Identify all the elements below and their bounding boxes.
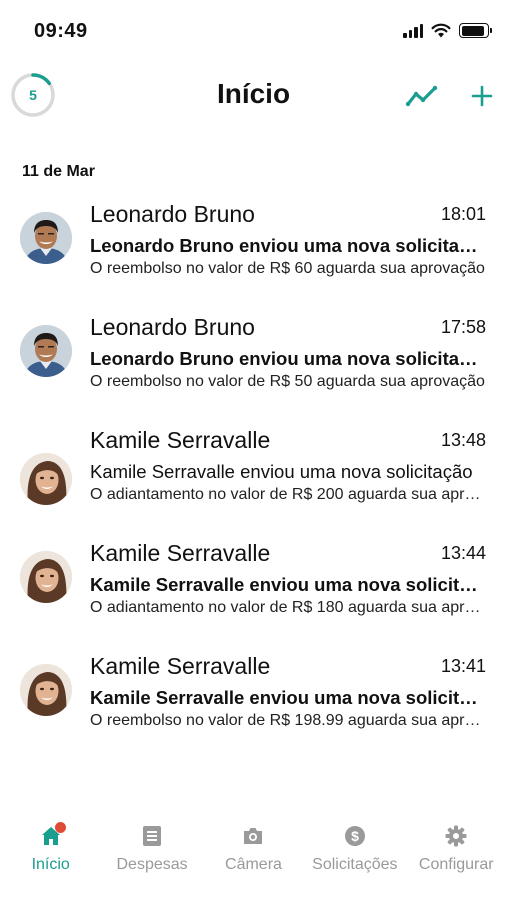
avatar: [20, 551, 72, 603]
notification-subtitle: O reembolso no valor de R$ 60 aguarda su…: [90, 260, 485, 277]
wifi-icon: [431, 23, 451, 38]
avatar: [20, 664, 72, 716]
tab-label: Câmera: [225, 856, 282, 873]
dollar-icon: $: [343, 824, 367, 848]
trend-button[interactable]: [404, 80, 440, 112]
tab-label: Despesas: [116, 856, 188, 873]
avatar: [20, 212, 72, 264]
notification-time: 13:44: [440, 543, 486, 563]
notification-time: 13:41: [440, 656, 486, 676]
tab-label: Solicitações: [312, 856, 398, 873]
notification-title: Leonardo Bruno enviou uma nova solicitaç…: [90, 348, 486, 369]
notification-badge: [54, 822, 66, 833]
tab-list[interactable]: Despesas: [101, 800, 202, 900]
tab-label: Início: [31, 856, 70, 873]
tab-dollar[interactable]: $ Solicitações: [304, 800, 405, 900]
tab-camera[interactable]: Câmera: [203, 800, 304, 900]
cellular-signal-icon: [403, 23, 423, 38]
status-bar: 09:49: [0, 0, 507, 62]
notification-subtitle: O adiantamento no valor de R$ 180 aguard…: [90, 599, 486, 616]
svg-text:$: $: [351, 828, 359, 844]
add-button[interactable]: [466, 80, 498, 112]
notification-title: Kamile Serravalle enviou uma nova solici…: [90, 574, 486, 595]
status-time: 09:49: [34, 20, 88, 42]
battery-level: [461, 25, 484, 36]
list-icon: [140, 824, 164, 848]
notification-title: Kamile Serravalle enviou uma nova solici…: [90, 461, 473, 482]
camera-icon: [241, 824, 265, 848]
tab-label: Configurar: [418, 856, 494, 873]
progress-count: 5: [29, 87, 37, 103]
notification-list: Leonardo Bruno 18:01 Leonardo Bruno enviou…: [0, 190, 507, 755]
gear-icon: [444, 824, 468, 848]
trend-chart-icon: [405, 85, 438, 107]
notification-item[interactable]: Kamile Serravalle 13:44 Kamile Serravalle …: [0, 529, 507, 642]
notification-title: Leonardo Bruno enviou uma nova solicitaç…: [90, 235, 486, 256]
notification-item[interactable]: Leonardo Bruno 18:01 Leonardo Bruno enviou…: [0, 190, 507, 303]
avatar: [20, 453, 72, 505]
notification-item[interactable]: Leonardo Bruno 17:58 Leonardo Bruno enviou…: [0, 303, 507, 416]
progress-ring-button[interactable]: 5: [10, 72, 56, 118]
home-icon: [39, 822, 66, 848]
tab-home[interactable]: Início: [0, 800, 101, 900]
header: 5 Início: [0, 64, 507, 128]
avatar: [20, 325, 72, 377]
notification-sender: Leonardo Bruno: [90, 314, 255, 340]
status-icons: [403, 23, 492, 38]
notification-time: 13:48: [440, 430, 486, 450]
tab-gear[interactable]: Configurar: [406, 800, 507, 900]
notification-sender: Kamile Serravalle: [90, 653, 271, 679]
notification-sender: Leonardo Bruno: [90, 201, 255, 227]
battery-icon: [459, 23, 492, 38]
notification-sender: Kamile Serravalle: [90, 540, 271, 566]
notification-subtitle: O reembolso no valor de R$ 50 aguarda su…: [90, 373, 485, 390]
notification-item[interactable]: Kamile Serravalle 13:41 Kamile Serravalle …: [0, 642, 507, 755]
notification-item[interactable]: Kamile Serravalle 13:48 Kamile Serravalle …: [0, 416, 507, 529]
notification-time: 17:58: [440, 317, 486, 337]
notification-title: Kamile Serravalle enviou uma nova solici…: [90, 687, 486, 708]
notification-time: 18:01: [440, 204, 486, 224]
tab-bar: Início Despesas Câmera $ Solicitações Configu…: [0, 800, 507, 900]
notification-subtitle: O reembolso no valor de R$ 198.99 aguard…: [90, 712, 486, 729]
section-date-header: 11 de Mar: [22, 163, 95, 180]
plus-icon: [471, 85, 493, 107]
notification-subtitle: O adiantamento no valor de R$ 200 aguard…: [90, 486, 486, 503]
notification-sender: Kamile Serravalle: [90, 427, 271, 453]
